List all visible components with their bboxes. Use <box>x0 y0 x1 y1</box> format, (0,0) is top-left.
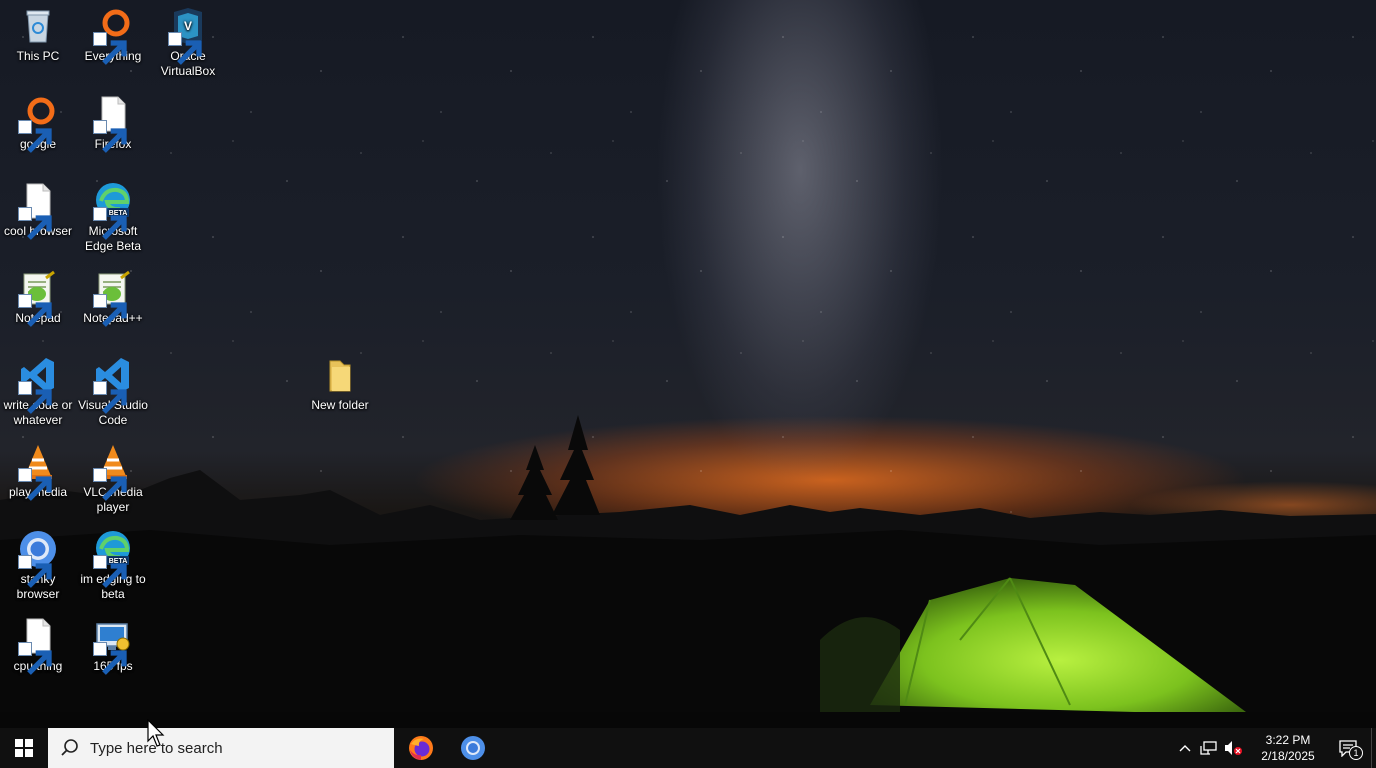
clock-time: 3:22 PM <box>1265 733 1311 747</box>
shortcut-arrow-icon <box>18 555 52 588</box>
chrome-icon <box>461 736 485 760</box>
display-settings-icon <box>93 616 133 675</box>
network-button[interactable] <box>1197 728 1221 768</box>
desktop-icon-everything[interactable]: Everything <box>75 0 151 65</box>
desktop-icon-firefox[interactable]: Firefox <box>75 88 151 153</box>
taskbar: 3:22 PM 2/18/2025 1 <box>0 728 1376 768</box>
desktop-icon-oracle-virtualbox[interactable]: V Oracle VirtualBox <box>150 0 226 79</box>
everything-icon <box>18 94 58 153</box>
desktop-icon-this-pc[interactable]: This PC <box>0 0 76 64</box>
desktop-icon-new-folder[interactable]: New folder <box>302 349 378 413</box>
vlc-icon <box>93 442 133 501</box>
windows-logo-icon <box>15 739 33 757</box>
system-tray: 3:22 PM 2/18/2025 1 <box>1173 728 1376 768</box>
shortcut-arrow-icon <box>93 468 127 501</box>
start-button[interactable] <box>0 728 48 768</box>
show-desktop-button[interactable] <box>1371 728 1376 768</box>
blank-file-icon <box>18 181 58 240</box>
vscode-icon <box>93 355 133 414</box>
taskbar-clock[interactable]: 3:22 PM 2/18/2025 <box>1251 732 1325 764</box>
recycle-bin-icon <box>18 6 58 46</box>
vscode-icon <box>18 355 58 414</box>
notepad-icon <box>93 268 133 327</box>
desktop-icon-label: This PC <box>16 49 60 63</box>
desktop-icon-visual-studio-code[interactable]: Visual Studio Code <box>75 349 151 428</box>
network-icon <box>1200 741 1217 755</box>
chevron-up-icon <box>1179 745 1191 752</box>
blank-file-icon <box>18 616 58 675</box>
desktop-icon-im-edging-to-beta[interactable]: BETA im edging to beta <box>75 523 151 602</box>
landscape-silhouette <box>0 415 1376 728</box>
desktop-icon-edge-beta[interactable]: BETA Microsoft Edge Beta <box>75 175 151 254</box>
show-hidden-icons-button[interactable] <box>1173 728 1197 768</box>
desktop-icon-google[interactable]: google <box>0 88 76 153</box>
shortcut-arrow-icon <box>18 468 52 501</box>
shortcut-arrow-icon <box>18 120 52 153</box>
shortcut-arrow-icon <box>93 555 127 588</box>
shortcut-arrow-icon <box>93 120 127 153</box>
notification-count-badge: 1 <box>1349 746 1363 760</box>
desktop-icon-play-media[interactable]: play media <box>0 436 76 501</box>
desktop-icon-notepad[interactable]: Notepad <box>0 262 76 327</box>
search-icon <box>61 739 78 756</box>
desktop-icon-165-fps[interactable]: 165 fps <box>75 610 151 675</box>
svg-text:V: V <box>184 19 192 33</box>
desktop-icon-label: New folder <box>311 398 369 412</box>
shortcut-arrow-icon <box>18 381 52 414</box>
blank-file-icon <box>93 94 133 153</box>
edge-beta-icon: BETA <box>93 529 133 588</box>
volume-button[interactable] <box>1221 728 1245 768</box>
desktop-icon-vlc-media-player[interactable]: VLC media player <box>75 436 151 515</box>
firefox-icon <box>409 736 433 760</box>
everything-icon <box>93 6 133 65</box>
shortcut-arrow-icon <box>93 642 127 675</box>
volume-muted-icon <box>1225 741 1242 755</box>
notepad-icon <box>18 268 58 327</box>
shortcut-arrow-icon <box>18 207 52 240</box>
search-input[interactable] <box>88 738 372 758</box>
desktop-icon-notepad-plus-plus[interactable]: Notepad++ <box>75 262 151 327</box>
desktop-icon-cpu-thing[interactable]: cpu thing <box>0 610 76 675</box>
clock-date: 2/18/2025 <box>1261 749 1315 763</box>
shortcut-arrow-icon <box>18 642 52 675</box>
taskbar-app-firefox[interactable] <box>396 728 446 768</box>
taskbar-app-chrome[interactable] <box>448 728 498 768</box>
vlc-icon <box>18 442 58 501</box>
shortcut-arrow-icon <box>93 381 127 414</box>
shortcut-arrow-icon <box>18 294 52 327</box>
shortcut-arrow-icon <box>93 294 127 327</box>
taskbar-search-box[interactable] <box>48 728 394 768</box>
shortcut-arrow-icon <box>93 207 127 240</box>
desktop-icon-stanky-browser[interactable]: stanky browser <box>0 523 76 602</box>
mouse-cursor-icon <box>147 719 165 747</box>
virtualbox-icon: V <box>168 6 208 65</box>
desktop-icon-write-code[interactable]: write code or whatever <box>0 349 76 428</box>
action-center-button[interactable]: 1 <box>1325 728 1371 768</box>
desktop-icon-cool-browser[interactable]: cool browser <box>0 175 76 240</box>
shortcut-arrow-icon <box>93 32 127 65</box>
desktop-wallpaper <box>0 0 1376 728</box>
chrome-icon <box>18 529 58 588</box>
shortcut-arrow-icon <box>168 32 202 65</box>
edge-beta-icon: BETA <box>93 181 133 240</box>
folder-icon <box>320 355 360 395</box>
